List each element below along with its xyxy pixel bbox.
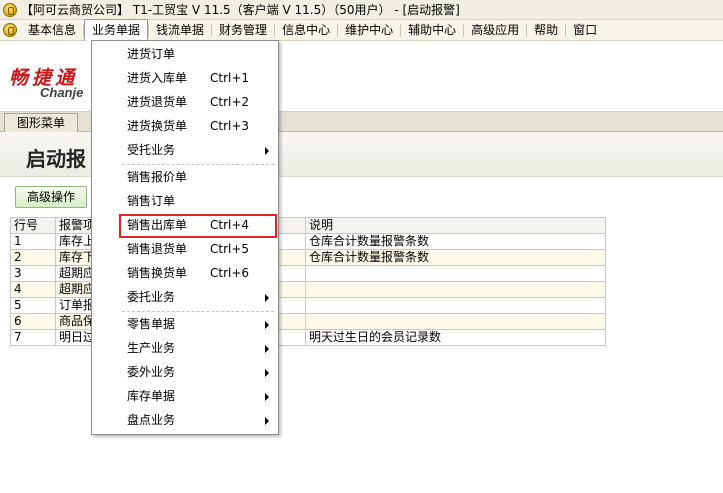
cell-row-no: 3 bbox=[10, 265, 56, 282]
cell-description: 仓库合计数量报警条数 bbox=[305, 249, 606, 266]
cell-row-no: 1 bbox=[10, 233, 56, 250]
submenu-arrow-icon bbox=[265, 393, 269, 401]
menu-window[interactable]: 窗口 bbox=[566, 20, 604, 41]
menu-item-label: 盘点业务 bbox=[127, 413, 176, 427]
menu-advanced[interactable]: 高级应用 bbox=[464, 20, 526, 41]
cell-description bbox=[305, 265, 606, 282]
menu-item-shortcut: Ctrl+6 bbox=[210, 266, 250, 280]
menu-item-label: 生产业务 bbox=[127, 341, 176, 355]
app-coin-icon bbox=[3, 2, 17, 17]
menu-item-purchase-return[interactable]: 进货退货单 Ctrl+2 bbox=[92, 91, 278, 114]
menu-item-shortcut: Ctrl+5 bbox=[210, 242, 250, 256]
menu-item-shortcut: Ctrl+3 bbox=[210, 119, 250, 133]
submenu-arrow-icon bbox=[265, 147, 269, 155]
menu-item-label: 进货订单 bbox=[127, 47, 176, 61]
page-title: 启动报 bbox=[26, 147, 86, 171]
menu-item-retail-docs[interactable]: 零售单据 bbox=[92, 313, 278, 336]
menu-business-docs[interactable]: 业务单据 bbox=[84, 19, 149, 41]
column-header-description[interactable]: 说明 bbox=[305, 217, 606, 234]
submenu-arrow-icon bbox=[265, 345, 269, 353]
menu-help[interactable]: 帮助 bbox=[527, 20, 565, 41]
menu-item-production[interactable]: 生产业务 bbox=[92, 337, 278, 360]
app-menu-icon[interactable] bbox=[3, 23, 17, 37]
cell-description bbox=[305, 313, 606, 330]
menu-finance[interactable]: 财务管理 bbox=[212, 20, 274, 41]
window-title: 【阿可云商贸公司】 T1-工贸宝 V 11.5（客户端 V 11.5）（50用户… bbox=[21, 3, 460, 17]
cell-description: 仓库合计数量报警条数 bbox=[305, 233, 606, 250]
menu-item-purchase-exchange[interactable]: 进货换货单 Ctrl+3 bbox=[92, 115, 278, 138]
menu-item-label: 销售换货单 bbox=[127, 266, 188, 280]
menu-bar: 基本信息 业务单据 钱流单据 财务管理 信息中心 维护中心 辅助中心 高级应用 … bbox=[0, 19, 723, 41]
submenu-arrow-icon bbox=[265, 294, 269, 302]
menu-item-outsourcing[interactable]: 委外业务 bbox=[92, 361, 278, 384]
menu-item-label: 销售订单 bbox=[127, 194, 176, 208]
advanced-operations-button[interactable]: 高级操作 bbox=[15, 186, 88, 208]
menu-item-label: 委托业务 bbox=[127, 290, 176, 304]
submenu-arrow-icon bbox=[265, 417, 269, 425]
menu-item-shortcut: Ctrl+2 bbox=[210, 95, 250, 109]
cell-row-no: 5 bbox=[10, 297, 56, 314]
menu-item-purchase-order[interactable]: 进货订单 bbox=[92, 43, 278, 66]
menu-item-purchase-inbound[interactable]: 进货入库单 Ctrl+1 bbox=[92, 67, 278, 90]
menu-item-label: 进货换货单 bbox=[127, 119, 188, 133]
menu-maintenance[interactable]: 维护中心 bbox=[338, 20, 400, 41]
highlight-box bbox=[119, 214, 277, 238]
menu-item-label: 进货退货单 bbox=[127, 95, 188, 109]
column-header-row-no[interactable]: 行号 bbox=[10, 217, 56, 234]
submenu-arrow-icon bbox=[265, 321, 269, 329]
menu-item-label: 受托业务 bbox=[127, 143, 176, 157]
menu-separator bbox=[122, 311, 274, 312]
menu-item-consignment-out[interactable]: 委托业务 bbox=[92, 286, 278, 309]
menu-cash-docs[interactable]: 钱流单据 bbox=[149, 20, 211, 41]
menu-item-label: 销售报价单 bbox=[127, 170, 188, 184]
menu-info-center[interactable]: 信息中心 bbox=[275, 20, 337, 41]
cell-row-no: 7 bbox=[10, 329, 56, 346]
business-docs-dropdown: 进货订单 进货入库单 Ctrl+1 进货退货单 Ctrl+2 进货换货单 Ctr… bbox=[91, 40, 279, 435]
cell-description bbox=[305, 281, 606, 298]
menu-item-inventory-docs[interactable]: 库存单据 bbox=[92, 385, 278, 408]
menu-item-sales-quote[interactable]: 销售报价单 bbox=[92, 166, 278, 189]
menu-item-label: 进货入库单 bbox=[127, 71, 188, 85]
cell-row-no: 4 bbox=[10, 281, 56, 298]
menu-item-sales-return[interactable]: 销售退货单 Ctrl+5 bbox=[92, 238, 278, 261]
menu-item-label: 零售单据 bbox=[127, 317, 176, 331]
submenu-arrow-icon bbox=[265, 369, 269, 377]
menu-item-label: 销售退货单 bbox=[127, 242, 188, 256]
cell-row-no: 2 bbox=[10, 249, 56, 266]
title-bar: 【阿可云商贸公司】 T1-工贸宝 V 11.5（客户端 V 11.5）（50用户… bbox=[0, 0, 723, 20]
menu-item-stocktaking[interactable]: 盘点业务 bbox=[92, 409, 278, 432]
menu-item-label: 库存单据 bbox=[127, 389, 176, 403]
tab-graphic-menu[interactable]: 图形菜单 bbox=[4, 113, 79, 132]
cell-description: 明天过生日的会员记录数 bbox=[305, 329, 606, 346]
menu-item-label: 委外业务 bbox=[127, 365, 176, 379]
menu-item-sales-order[interactable]: 销售订单 bbox=[92, 190, 278, 213]
logo-english: Chanje bbox=[40, 85, 84, 100]
cell-description bbox=[305, 297, 606, 314]
menu-assist-center[interactable]: 辅助中心 bbox=[401, 20, 463, 41]
menu-item-consignment-in[interactable]: 受托业务 bbox=[92, 139, 278, 162]
menu-item-shortcut: Ctrl+1 bbox=[210, 71, 250, 85]
cell-row-no: 6 bbox=[10, 313, 56, 330]
menu-item-sales-exchange[interactable]: 销售换货单 Ctrl+6 bbox=[92, 262, 278, 285]
menu-separator bbox=[122, 164, 274, 165]
menu-basic-info[interactable]: 基本信息 bbox=[21, 20, 83, 41]
